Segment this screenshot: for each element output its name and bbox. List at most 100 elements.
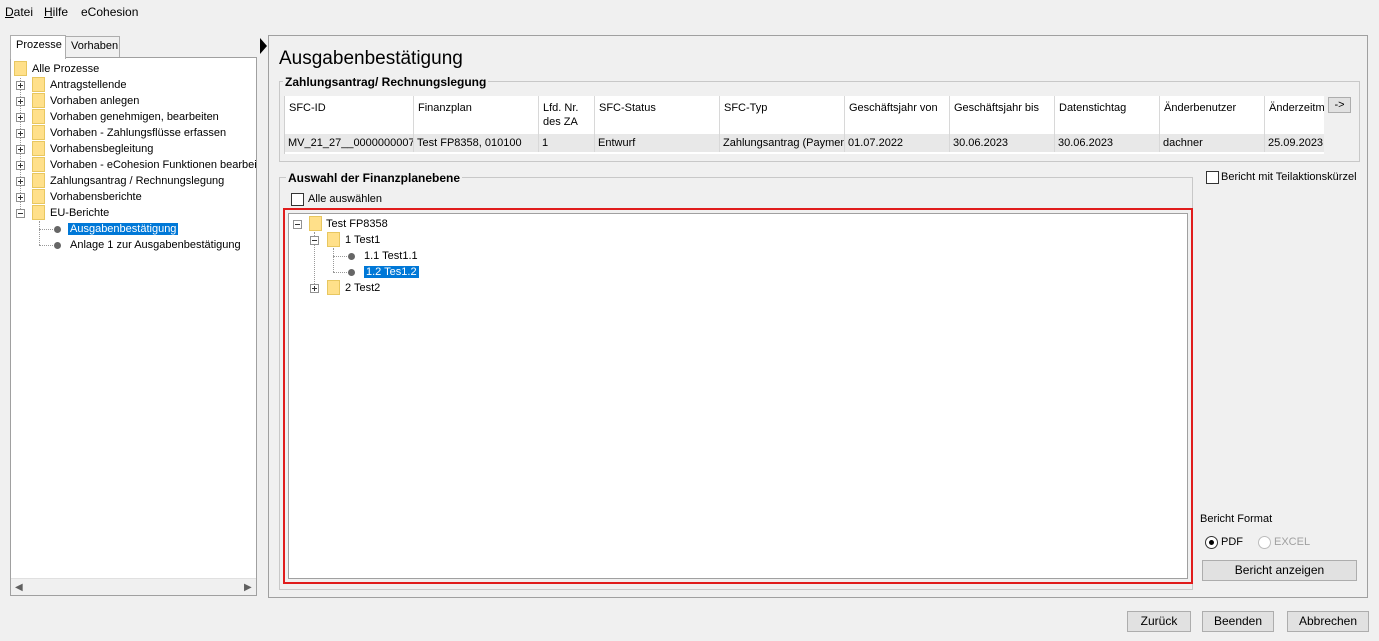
format-pdf-radio[interactable] [1205, 536, 1218, 549]
column-header[interactable]: Geschäftsjahr bis [950, 96, 1055, 134]
table-cell[interactable]: Zahlungsantrag (Payment [720, 134, 845, 152]
scroll-right-icon[interactable]: ▶ [244, 582, 252, 593]
leaf-bullet-icon [54, 226, 61, 233]
tree-connector [333, 248, 334, 272]
tab-vorhaben[interactable]: Vorhaben [65, 36, 120, 58]
tree-item-vorhaben-genehmigen[interactable]: Vorhaben genehmigen, bearbeiten [50, 109, 219, 125]
tree-connector [333, 256, 347, 257]
table-cell[interactable]: Test FP8358, 010100 [414, 134, 539, 152]
finish-button[interactable]: Beenden [1202, 611, 1274, 632]
selected-label: Ausgabenbestätigung [68, 223, 179, 235]
table-cell[interactable]: 30.06.2023 [950, 134, 1055, 152]
table-cell[interactable]: 1 [539, 134, 595, 152]
menu-hilfe[interactable]: Hilfe [44, 5, 68, 19]
menu-datei-label: atei [13, 5, 34, 19]
menu-bar: Datei Hilfe eCohesion [0, 0, 1379, 24]
tree-connector [39, 229, 53, 230]
leaf-bullet-icon [348, 253, 355, 260]
menu-datei[interactable]: Datei [5, 5, 33, 19]
expand-icon[interactable] [16, 97, 25, 106]
tree-item-vorhaben-anlegen[interactable]: Vorhaben anlegen [50, 93, 139, 109]
back-button[interactable]: Zurück [1127, 611, 1191, 632]
column-header[interactable]: Geschäftsjahr von [845, 96, 950, 134]
finanzplan-tree-highlight: Test FP8358 1 Test1 1.1 Test1.1 1.2 Tes1… [283, 208, 1193, 584]
collapse-icon[interactable] [310, 236, 319, 245]
collapse-arrow-icon[interactable] [260, 38, 267, 54]
expand-icon[interactable] [16, 193, 25, 202]
column-header[interactable]: Änderbenutzer [1160, 96, 1265, 134]
next-columns-button[interactable]: -> [1328, 97, 1351, 113]
tree-item-vorhabensberichte[interactable]: Vorhabensberichte [50, 189, 142, 205]
table-cell[interactable]: dachner [1160, 134, 1265, 152]
horizontal-scrollbar[interactable]: ◀ ▶ [11, 578, 256, 595]
tree-item-ausgabenbestaetigung[interactable]: Ausgabenbestätigung [68, 221, 179, 237]
payment-table[interactable]: SFC-ID Finanzplan Lfd. Nr. des ZA SFC-St… [284, 96, 1324, 154]
tree-item-alle-prozesse[interactable]: Alle Prozesse [32, 61, 99, 77]
menu-datei-mnemonic: D [5, 5, 14, 19]
tree-connector [39, 221, 40, 245]
tree-item-test1-1[interactable]: 1.1 Test1.1 [364, 248, 418, 264]
tree-item-test-fp8358[interactable]: Test FP8358 [326, 216, 388, 232]
process-tree[interactable]: Alle Prozesse Antragstellende Vorhaben a… [10, 57, 257, 596]
tree-item-antragstellende[interactable]: Antragstellende [50, 77, 126, 93]
tab-prozesse[interactable]: Prozesse [10, 35, 66, 59]
select-all-checkbox[interactable] [291, 193, 304, 206]
expand-icon[interactable] [16, 81, 25, 90]
folder-icon [32, 157, 45, 172]
tree-item-test1[interactable]: 1 Test1 [345, 232, 380, 248]
column-header[interactable]: SFC-ID [285, 96, 414, 134]
column-header[interactable]: SFC-Status [595, 96, 720, 134]
panel-splitter[interactable] [259, 36, 267, 599]
teilaktion-checkbox[interactable] [1206, 171, 1219, 184]
tree-item-vorhabensbegleitung[interactable]: Vorhabensbegleitung [50, 141, 153, 157]
expand-icon[interactable] [16, 129, 25, 138]
tree-item-zahlungsfluesse[interactable]: Vorhaben - Zahlungsflüsse erfassen [50, 125, 226, 141]
folder-icon [309, 216, 322, 231]
expand-icon[interactable] [310, 284, 319, 293]
expand-icon[interactable] [16, 161, 25, 170]
column-header[interactable]: Änderzeitm [1265, 96, 1324, 134]
cancel-button[interactable]: Abbrechen [1287, 611, 1369, 632]
payment-group-legend: Zahlungsantrag/ Rechnungslegung [283, 75, 489, 89]
tree-connector [39, 245, 53, 246]
menu-ecohesion-label: eCohesion [81, 5, 139, 19]
format-excel-radio[interactable] [1258, 536, 1271, 549]
show-report-button[interactable]: Bericht anzeigen [1202, 560, 1357, 581]
table-cell[interactable]: 25.09.2023 [1265, 134, 1324, 152]
tree-item-zahlungsantrag[interactable]: Zahlungsantrag / Rechnungslegung [50, 173, 224, 189]
menu-ecohesion[interactable]: eCohesion [81, 5, 138, 19]
folder-icon [32, 189, 45, 204]
tree-item-tes1-2[interactable]: 1.2 Tes1.2 [364, 264, 419, 280]
table-cell[interactable]: 30.06.2023 [1055, 134, 1160, 152]
tree-item-eu-berichte[interactable]: EU-Berichte [50, 205, 109, 221]
column-header[interactable]: SFC-Typ [720, 96, 845, 134]
format-excel-label: EXCEL [1274, 536, 1311, 548]
table-cell[interactable]: 01.07.2022 [845, 134, 950, 152]
finanzplan-tree[interactable]: Test FP8358 1 Test1 1.1 Test1.1 1.2 Tes1… [288, 213, 1188, 579]
column-header[interactable]: Lfd. Nr. des ZA [539, 96, 595, 134]
tree-item-ecohesion-funktionen[interactable]: Vorhaben - eCohesion Funktionen bearbeit… [50, 157, 256, 173]
table-cell[interactable]: Entwurf [595, 134, 720, 152]
folder-icon [32, 125, 45, 140]
expand-icon[interactable] [16, 145, 25, 154]
format-label: Bericht Format [1200, 513, 1273, 525]
expand-icon[interactable] [16, 113, 25, 122]
selected-label: 1.2 Tes1.2 [364, 266, 419, 278]
collapse-icon[interactable] [16, 209, 25, 218]
teilaktion-label: Bericht mit Teilaktionskürzel [1221, 171, 1357, 183]
folder-icon [32, 93, 45, 108]
menu-hilfe-label: ilfe [52, 5, 69, 19]
collapse-icon[interactable] [293, 220, 302, 229]
folder-icon [32, 77, 45, 92]
leaf-bullet-icon [348, 269, 355, 276]
folder-icon [14, 61, 27, 76]
menu-hilfe-mnemonic: H [44, 5, 53, 19]
column-header[interactable]: Datenstichtag [1055, 96, 1160, 134]
expand-icon[interactable] [16, 177, 25, 186]
tree-item-anlage-1[interactable]: Anlage 1 zur Ausgabenbestätigung [70, 237, 241, 253]
tree-item-test2[interactable]: 2 Test2 [345, 280, 380, 296]
folder-icon [32, 141, 45, 156]
scroll-left-icon[interactable]: ◀ [15, 582, 23, 593]
table-cell[interactable]: MV_21_27__0000000007 [285, 134, 414, 152]
column-header[interactable]: Finanzplan [414, 96, 539, 134]
